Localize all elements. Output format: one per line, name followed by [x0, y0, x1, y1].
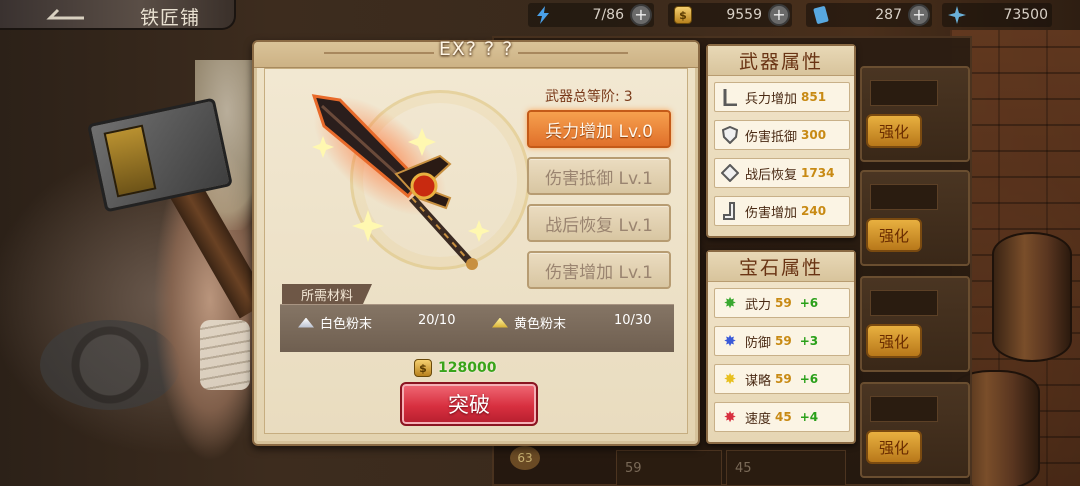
add-energy-button[interactable]: +: [630, 4, 652, 26]
screen-title: 铁匠铺: [140, 7, 201, 29]
stat-value: 1734: [801, 166, 835, 180]
materials-label: 所需材料: [282, 284, 372, 304]
stat-name: 伤害抵御: [745, 129, 798, 145]
stat-name: 伤害增加: [745, 205, 798, 221]
ticket-value: 287: [875, 7, 902, 23]
add-coin-button[interactable]: +: [768, 4, 790, 26]
coin-value: 9559: [726, 7, 762, 23]
yellow-powder-icon: [492, 317, 508, 328]
upgrade-button[interactable]: 强化: [866, 218, 922, 252]
ticket-icon: [810, 5, 832, 25]
stat-value: 45: [775, 410, 792, 424]
energy-value: 7/86: [592, 7, 624, 23]
stat-bonus: +3: [799, 334, 819, 348]
back-button[interactable]: 铁匠铺: [0, 0, 236, 30]
upgrade-button[interactable]: 强化: [866, 324, 922, 358]
energy-resource: 7/86 +: [528, 3, 654, 27]
gem-stat-row: ✸ 速度 45 +4: [714, 402, 850, 432]
ticket-resource: 287 +: [806, 3, 932, 27]
gem-stat-row: ✸ 防御 59 +3: [714, 326, 850, 356]
weapon-stat-row: 兵力增加 851: [714, 82, 850, 112]
material-count: 20/10: [418, 313, 456, 328]
gem-stats-title: 宝石属性: [708, 252, 854, 282]
material-count: 10/30: [614, 313, 652, 328]
stat-value: 240: [801, 204, 827, 218]
red-gem-icon: ✸: [723, 408, 737, 426]
crystal-value: 73500: [1003, 7, 1048, 23]
stat-name: 防御: [745, 335, 772, 351]
stat-value: 59: [775, 372, 792, 386]
weapon-stats-title: 武器属性: [708, 46, 854, 76]
total-grade: 武器总等阶: 3: [545, 86, 633, 106]
shield-stat-icon: [719, 124, 741, 146]
bottom-stat-cell: 59: [616, 450, 722, 486]
total-grade-value: 3: [623, 89, 633, 105]
coin-icon: $: [414, 359, 432, 377]
bottom-stat-value: 59: [625, 460, 642, 476]
enhance-option-damage-defense[interactable]: 伤害抵御 Lv.1: [527, 157, 671, 195]
stat-bonus: +6: [799, 296, 819, 310]
stat-value: 59: [775, 296, 792, 310]
materials-box: 白色粉末 20/10 黄色粉末 10/30: [280, 304, 674, 352]
upgrade-button[interactable]: 强化: [866, 114, 922, 148]
cost-value: 128000: [438, 360, 497, 376]
stat-name: 武力: [745, 297, 772, 313]
back-arrow-icon: [36, 4, 86, 26]
coin-icon: $: [672, 5, 694, 25]
stat-name: 兵力增加: [745, 91, 798, 107]
top-bar: 铁匠铺 7/86 + $ 9559 + 287 + 73500: [0, 0, 1080, 32]
white-powder-icon: [298, 317, 314, 328]
crystal-resource: 73500: [942, 3, 1052, 27]
stat-bonus: +6: [799, 372, 819, 386]
enhance-option-troops[interactable]: 兵力增加 Lv.0: [527, 110, 671, 148]
material-item: 黄色粉末: [492, 313, 566, 332]
weapon-name: EX? ? ?: [438, 38, 514, 60]
weapon-stat-row: 伤害抵御 300: [714, 120, 850, 150]
material-name: 白色粉末: [320, 317, 373, 332]
bottom-stat-value: 45: [735, 460, 752, 476]
breakthrough-cost: $ 128000: [414, 358, 496, 378]
stat-value: 300: [801, 128, 827, 142]
required-materials: 所需材料 白色粉末 20/10 黄色粉末 10/30: [280, 284, 674, 352]
stat-value: 851: [801, 90, 827, 104]
lightning-icon: [532, 5, 554, 25]
weapon-stat-row: 伤害增加 240: [714, 196, 850, 226]
barrel: [992, 232, 1072, 362]
add-ticket-button[interactable]: +: [908, 4, 930, 26]
material-name: 黄色粉末: [514, 317, 567, 332]
heal-stat-icon: [719, 162, 741, 184]
stat-name: 速度: [745, 411, 772, 427]
enhance-option-recovery[interactable]: 战后恢复 Lv.1: [527, 204, 671, 242]
stat-name: 谋略: [745, 373, 772, 389]
total-grade-label: 武器总等阶:: [545, 89, 620, 105]
bottom-stat-cell: 45: [726, 450, 846, 486]
weapon-stats-panel: 武器属性 兵力增加 851 伤害抵御 300 战后恢复 1734 伤害增加 24…: [706, 44, 856, 238]
green-gem-icon: ✸: [723, 294, 737, 312]
arm-bandage: [200, 320, 250, 390]
damage-stat-icon: [719, 200, 741, 222]
sword-stat-icon: [719, 86, 741, 108]
gem-stats-panel: 宝石属性 ✸ 武力 59 +6 ✸ 防御 59 +3 ✸ 谋略 59 +6 ✸ …: [706, 250, 856, 444]
upgrade-button[interactable]: 强化: [866, 430, 922, 464]
weapon-illustration[interactable]: [300, 86, 500, 306]
stat-name: 战后恢复: [745, 167, 798, 183]
crystal-icon: [946, 5, 968, 25]
breakthrough-button[interactable]: 突破: [400, 382, 538, 426]
stat-bonus: +4: [799, 410, 819, 424]
weapon-stat-row: 战后恢复 1734: [714, 158, 850, 188]
blue-gem-icon: ✸: [723, 332, 737, 350]
level-badge: 63: [510, 446, 540, 470]
gem-stat-row: ✸ 武力 59 +6: [714, 288, 850, 318]
stat-value: 59: [775, 334, 792, 348]
gem-stat-row: ✸ 谋略 59 +6: [714, 364, 850, 394]
material-item: 白色粉末: [298, 313, 372, 332]
dialog-title-bar: EX? ? ?: [254, 38, 698, 68]
yellow-gem-icon: ✸: [723, 370, 737, 388]
coin-resource: $ 9559 +: [668, 3, 792, 27]
